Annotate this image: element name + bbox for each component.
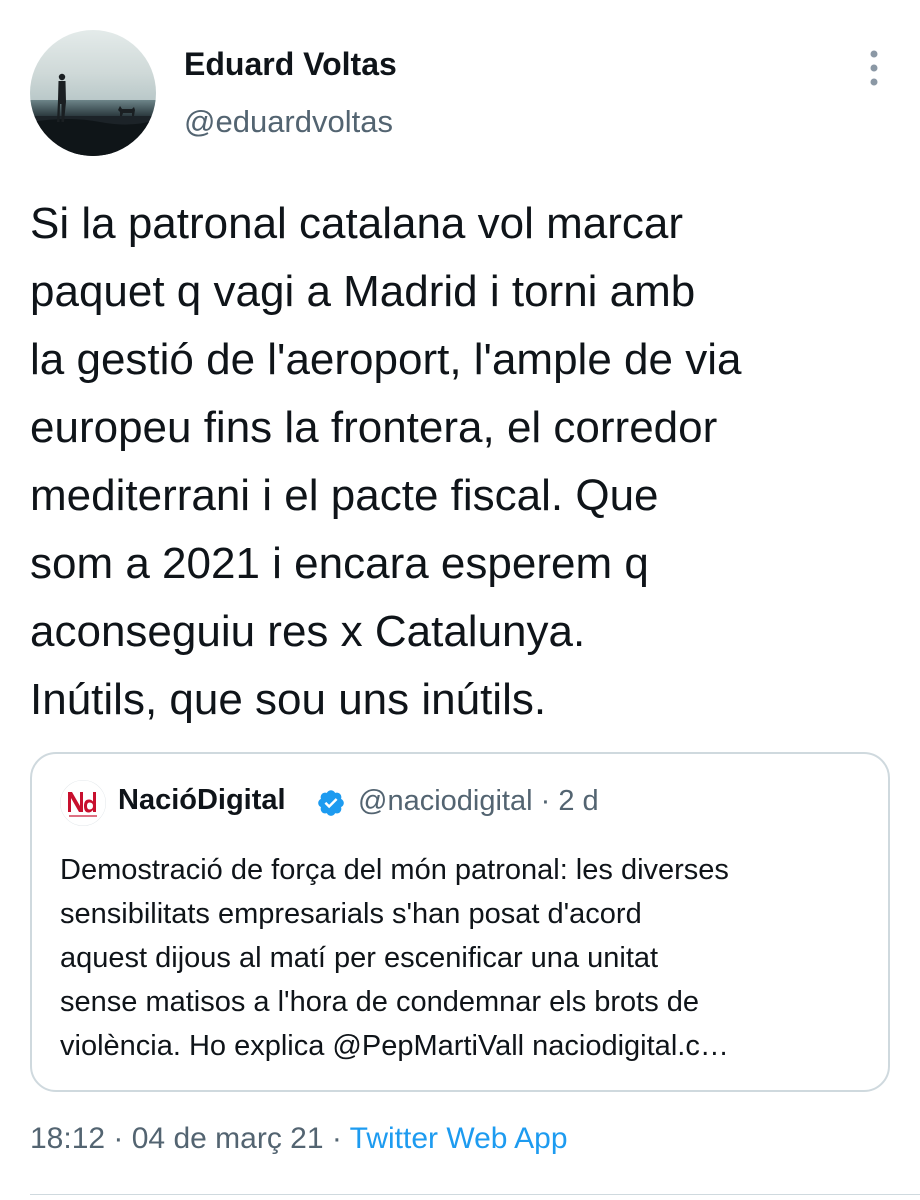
tweet-time[interactable]: 18:12	[30, 1122, 105, 1155]
naciodigital-logo[interactable]	[60, 780, 106, 826]
quoted-tweet-text: Demostració de força del món patronal: l…	[60, 854, 729, 1062]
source-app-link[interactable]: Twitter Web App	[350, 1122, 568, 1155]
divider	[30, 1194, 920, 1195]
author-handle[interactable]: @eduardvoltas	[184, 104, 393, 140]
tweet-date[interactable]: 04 de març 21	[132, 1122, 324, 1155]
footer-separator: ·	[323, 1122, 350, 1155]
meta-separator: ·	[532, 785, 559, 817]
tweet-text: Si la patronal catalana vol marcar paque…	[30, 199, 742, 724]
author-avatar[interactable]	[30, 30, 156, 156]
tweet-header: Eduard Voltas @eduardvoltas	[30, 30, 890, 156]
quoted-author-name[interactable]: NacióDigital	[118, 784, 286, 817]
more-vertical-icon[interactable]	[862, 48, 886, 88]
author-name[interactable]: Eduard Voltas	[184, 46, 397, 83]
tweet-footer: 18:12 · 04 de març 21 · Twitter Web App	[30, 1122, 568, 1156]
quoted-author-handle[interactable]: @naciodigital	[358, 785, 533, 817]
verified-badge-icon	[316, 788, 346, 818]
quoted-tweet-card[interactable]: NacióDigital @naciodigital · 2 d Demostr…	[30, 752, 890, 1092]
footer-separator: ·	[105, 1122, 132, 1155]
quoted-age[interactable]: 2 d	[558, 785, 598, 817]
quoted-meta: @naciodigital · 2 d	[358, 785, 599, 818]
